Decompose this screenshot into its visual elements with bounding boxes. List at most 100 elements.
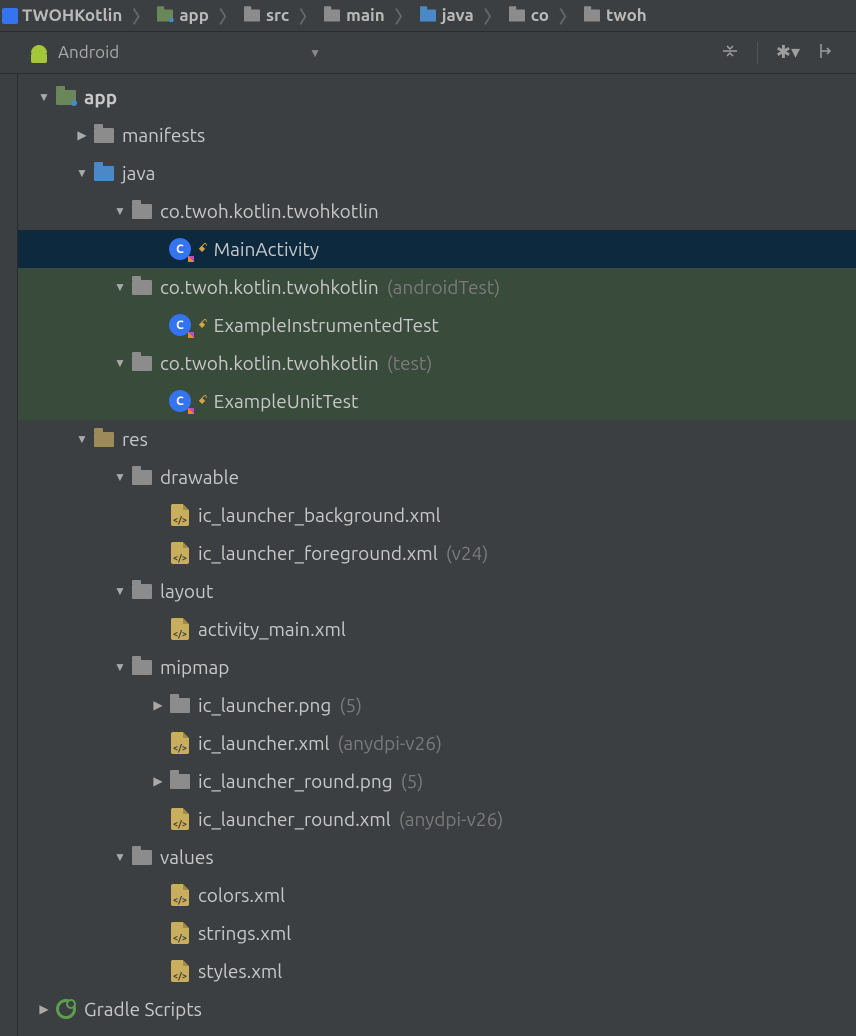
chevron-right-icon[interactable]: ▶: [74, 128, 92, 142]
xml-file-icon: [168, 732, 192, 754]
folder-icon: [130, 200, 154, 222]
breadcrumb-bar: TWOHKotlin〉app〉src〉main〉java〉co〉twoh: [0, 0, 856, 32]
tree-row[interactable]: ▶Gradle Scripts: [18, 990, 856, 1028]
tree-item-suffix: (5): [401, 770, 424, 792]
chevron-down-icon[interactable]: ▼: [36, 90, 54, 104]
tree-row[interactable]: ▶ic_launcher_foreground.xml(v24): [18, 534, 856, 572]
xml-file-icon: [168, 922, 192, 944]
chevron-down-icon[interactable]: ▼: [112, 660, 130, 674]
breadcrumb-item[interactable]: 〉main: [297, 0, 393, 31]
lock-icon: ꗃ: [198, 242, 208, 256]
collapse-icon[interactable]: [721, 42, 739, 64]
tree-row[interactable]: ▼co.twoh.kotlin.twohkotlin(test): [18, 344, 856, 382]
tree-row[interactable]: ▼values: [18, 838, 856, 876]
tree-item-label: ic_launcher.xml: [198, 732, 329, 754]
chevron-down-icon[interactable]: ▼: [112, 204, 130, 218]
tree-row[interactable]: ▶CꗃExampleUnitTest: [18, 382, 856, 420]
tree-item-label: drawable: [160, 466, 239, 488]
tree-item-label: co.twoh.kotlin.twohkotlin: [160, 200, 379, 222]
tree-row[interactable]: ▶ic_launcher.png(5): [18, 686, 856, 724]
xml-file-icon: [168, 884, 192, 906]
tree-item-suffix: (v24): [446, 542, 489, 564]
tree-row[interactable]: ▶colors.xml: [18, 876, 856, 914]
chevron-down-icon[interactable]: ▼: [112, 280, 130, 294]
folder-icon: [92, 124, 116, 146]
gradle-icon: [54, 998, 78, 1020]
module-folder-icon: [54, 86, 78, 108]
folder-icon: [130, 580, 154, 602]
xml-file-icon: [168, 808, 192, 830]
chevron-right-icon[interactable]: ▶: [150, 698, 168, 712]
folder-icon: [168, 694, 192, 716]
tree-row[interactable]: ▶CꗃMainActivity: [18, 230, 856, 268]
resource-folder-icon: [92, 428, 116, 450]
folder-icon: [130, 466, 154, 488]
tree-row[interactable]: ▶CꗃExampleInstrumentedTest: [18, 306, 856, 344]
chevron-down-icon[interactable]: ▼: [74, 432, 92, 446]
tree-item-label: co.twoh.kotlin.twohkotlin: [160, 276, 379, 298]
tree-row[interactable]: ▼ drawable: [18, 458, 856, 496]
breadcrumb-item[interactable]: 〉app: [130, 0, 217, 31]
tree-item-label: ic_launcher.png: [198, 694, 331, 716]
tree-row[interactable]: ▶ic_launcher.xml(anydpi-v26): [18, 724, 856, 762]
dropdown-arrow-icon[interactable]: ▼: [309, 46, 321, 60]
xml-file-icon: [168, 618, 192, 640]
folder-icon: [130, 846, 154, 868]
tree-row[interactable]: ▼ layout: [18, 572, 856, 610]
kotlin-class-icon: C: [168, 238, 192, 260]
tree-row[interactable]: ▶ manifests: [18, 116, 856, 154]
chevron-down-icon[interactable]: ▼: [112, 356, 130, 370]
lock-icon: ꗃ: [198, 318, 208, 332]
tree-row[interactable]: ▼ co.twoh.kotlin.twohkotlin: [18, 192, 856, 230]
chevron-down-icon[interactable]: ▼: [112, 584, 130, 598]
tree-row[interactable]: ▶activity_main.xml: [18, 610, 856, 648]
toolbar-divider: [757, 42, 758, 64]
tree-row[interactable]: ▶ ic_launcher_round.png (5): [18, 762, 856, 800]
breadcrumb-item[interactable]: 〉src: [217, 0, 297, 31]
chevron-right-icon[interactable]: ▶: [36, 1002, 54, 1016]
tree-item-label: MainActivity: [214, 238, 320, 260]
chevron-down-icon[interactable]: ▼: [74, 166, 92, 180]
xml-file-icon: [168, 542, 192, 564]
kotlin-class-icon: C: [168, 314, 192, 336]
tree-item-label: colors.xml: [198, 884, 285, 906]
tree-item-suffix: (test): [387, 352, 433, 374]
hide-panel-icon[interactable]: [818, 42, 834, 64]
chevron-down-icon[interactable]: ▼: [112, 850, 130, 864]
android-icon: [30, 43, 48, 63]
lock-icon: ꗃ: [198, 394, 208, 408]
project-view-dropdown[interactable]: Android: [58, 43, 119, 62]
source-folder-icon: [92, 162, 116, 184]
tree-row[interactable]: ▶ic_launcher_round.xml(anydpi-v26): [18, 800, 856, 838]
tree-row[interactable]: ▼mipmap: [18, 648, 856, 686]
tree-item-label: ic_launcher_round.png: [198, 770, 393, 792]
chevron-right-icon[interactable]: ▶: [150, 774, 168, 788]
tree-row[interactable]: ▼res: [18, 420, 856, 458]
gear-icon[interactable]: ✱▾: [776, 42, 800, 63]
tree-item-label: manifests: [122, 124, 205, 146]
tree-item-label: app: [84, 86, 117, 108]
tree-item-label: ExampleUnitTest: [214, 390, 359, 412]
tree-row[interactable]: ▼ co.twoh.kotlin.twohkotlin (androidTest): [18, 268, 856, 306]
tree-item-label: ExampleInstrumentedTest: [214, 314, 439, 336]
breadcrumb-item[interactable]: 〉java: [393, 0, 482, 31]
tree-item-label: layout: [160, 580, 213, 602]
tree-row[interactable]: ▶strings.xml: [18, 914, 856, 952]
tree-row[interactable]: ▼ app: [18, 78, 856, 116]
project-tree: ▼app▶manifests▼java▼co.twoh.kotlin.twohk…: [18, 74, 856, 1028]
tree-item-suffix: (androidTest): [387, 276, 501, 298]
tree-row[interactable]: ▶styles.xml: [18, 952, 856, 990]
tree-item-label: ic_launcher_background.xml: [198, 504, 441, 526]
project-view-toolbar: Android ▼ ✱▾: [0, 32, 856, 74]
chevron-down-icon[interactable]: ▼: [112, 470, 130, 484]
tree-row[interactable]: ▶ic_launcher_background.xml: [18, 496, 856, 534]
tree-item-suffix: (anydpi-v26): [399, 808, 504, 830]
folder-icon: [130, 656, 154, 678]
tree-item-suffix: (anydpi-v26): [337, 732, 442, 754]
folder-icon: [168, 770, 192, 792]
breadcrumb-item[interactable]: 〉co: [482, 0, 557, 31]
breadcrumb-item[interactable]: 〉twoh: [557, 0, 655, 31]
tree-row[interactable]: ▼java: [18, 154, 856, 192]
xml-file-icon: [168, 960, 192, 982]
breadcrumb-item[interactable]: TWOHKotlin: [0, 0, 130, 31]
